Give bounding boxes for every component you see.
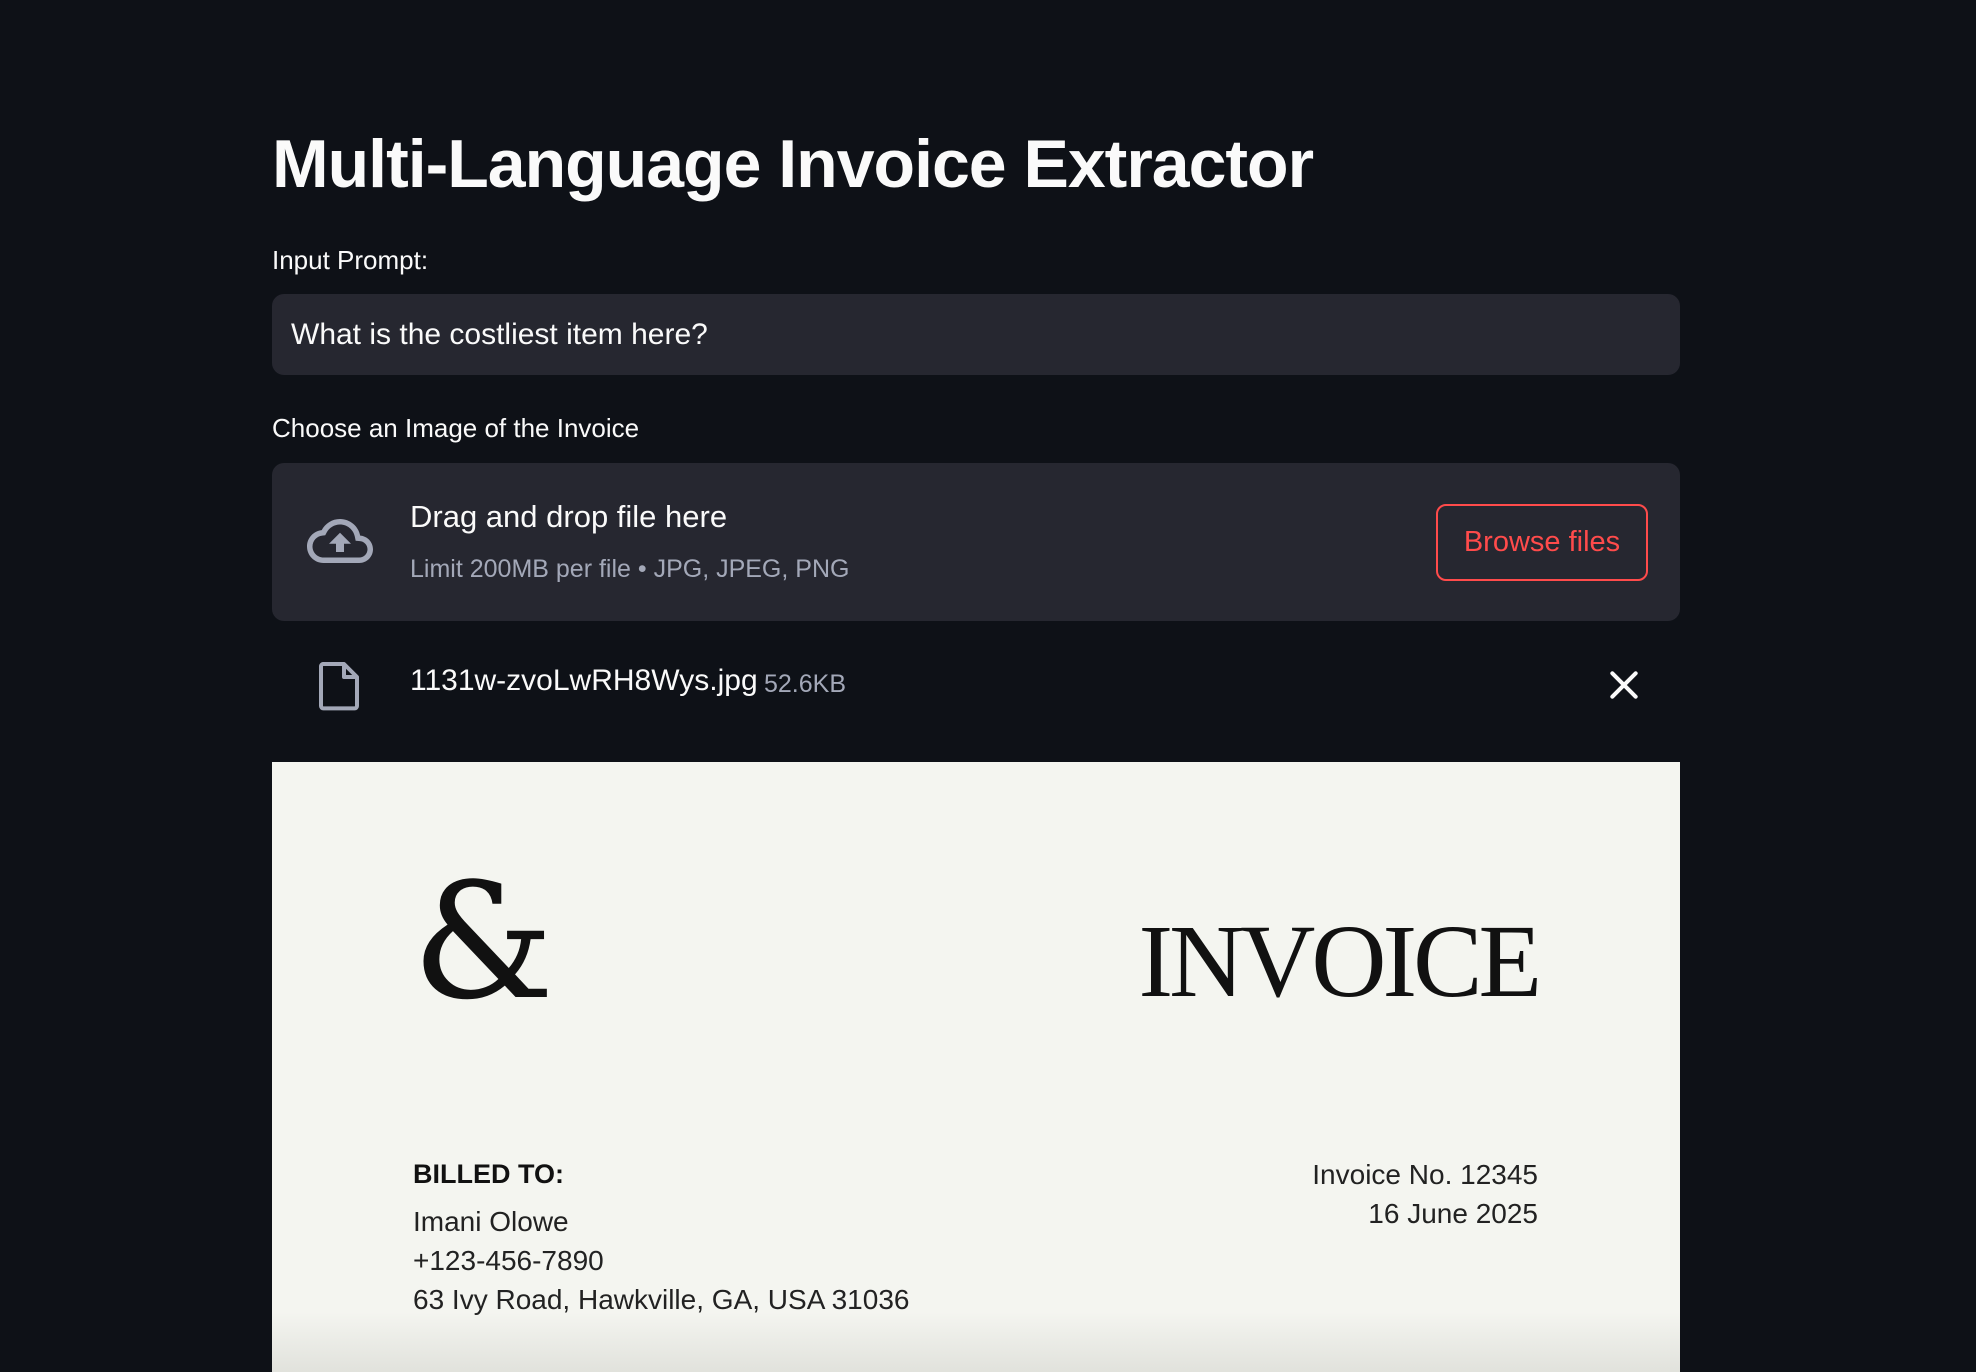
close-icon [1610,671,1638,699]
file-dropzone[interactable]: Drag and drop file here Limit 200MB per … [272,463,1680,621]
prompt-label: Input Prompt: [272,245,429,275]
uploaded-file-item: 1131w-zvoLwRH8Wys.jpg 52.6KB [272,645,1680,725]
file-icon [319,662,359,711]
uploader-label: Choose an Image of the Invoice [272,413,640,443]
dropzone-limit-text: Limit 200MB per file • JPG, JPEG, PNG [410,555,850,583]
billed-name: Imani Olowe [413,1206,569,1237]
preview-fade [272,1312,1680,1372]
invoice-date: 16 June 2025 [1368,1198,1538,1229]
invoice-number: Invoice No. 12345 [1312,1159,1538,1190]
invoice-heading: INVOICE [1138,904,1542,1019]
uploaded-file-name: 1131w-zvoLwRH8Wys.jpg [410,664,758,697]
invoice-image-preview: & INVOICE BILLED TO: Imani Olowe +123-45… [272,762,1680,1372]
invoice-logo: & [412,848,555,1035]
main-content: Multi-Language Invoice Extractor Input P… [272,0,1680,1372]
remove-file-button[interactable] [1604,665,1644,705]
cloud-upload-icon [307,519,373,563]
billed-phone: +123-456-7890 [413,1245,604,1276]
page-title: Multi-Language Invoice Extractor [272,126,1314,202]
uploaded-file-size: 52.6KB [764,670,847,698]
prompt-input[interactable] [272,294,1680,375]
browse-files-button[interactable]: Browse files [1436,504,1648,581]
billed-to-label: BILLED TO: [413,1159,564,1189]
dropzone-instructions: Drag and drop file here [410,499,728,534]
